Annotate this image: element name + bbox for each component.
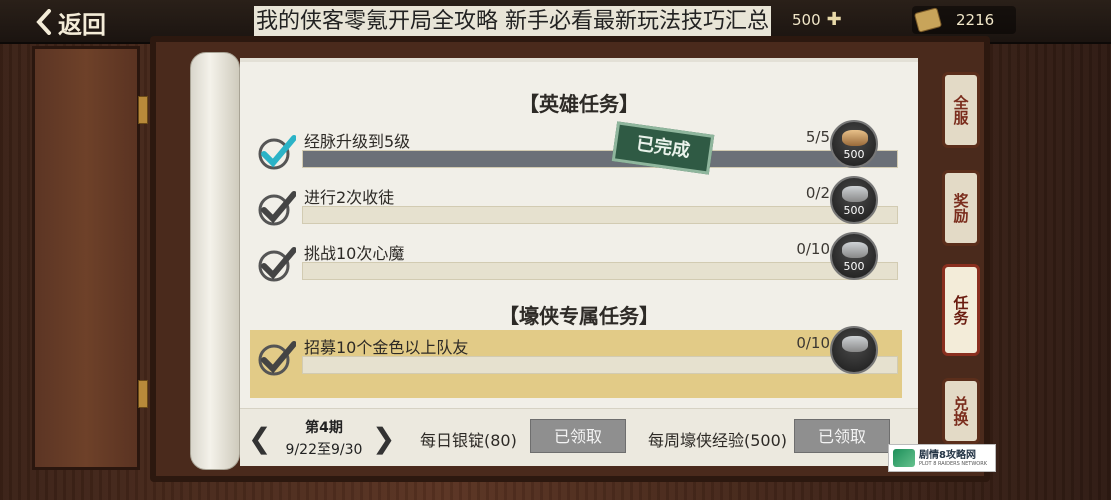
task-progress-bar <box>302 262 898 280</box>
task-progress-text: 0/10 <box>796 334 830 352</box>
task-progress-bar <box>302 356 898 374</box>
hero-section-title: 【英雄任务】 <box>519 92 639 116</box>
reward-icon[interactable]: 500 <box>830 120 878 168</box>
task-row: 招募10个金色以上队友 0/10 <box>250 326 902 398</box>
gem-icon <box>842 186 868 202</box>
tab-server[interactable]: 全服 <box>942 72 980 148</box>
prev-period-button[interactable]: ❮ <box>248 423 271 455</box>
watermark-name: 剧情8攻略网 <box>919 449 976 461</box>
gem-icon <box>842 336 868 352</box>
reward-footer: ❮ 第4期 9/22至9/30 ❯ 每日银锭(80) 已领取 每周壕侠经验(50… <box>240 408 918 466</box>
reward-amount: 500 <box>843 148 865 161</box>
checkmark-icon <box>258 191 296 226</box>
hinge-icon <box>138 380 148 408</box>
chevron-left-icon <box>36 9 51 35</box>
silver-value: 500 <box>792 11 821 29</box>
tab-rewards[interactable]: 奖励 <box>942 170 980 246</box>
reward-icon[interactable] <box>830 326 878 374</box>
task-label: 招募10个金色以上队友 <box>304 338 469 357</box>
task-progress-bar <box>302 150 898 168</box>
task-progress-text: 0/2 <box>805 184 830 202</box>
task-progress-fill <box>303 151 897 167</box>
scroll-rod <box>190 52 240 470</box>
tab-tasks[interactable]: 任务 <box>942 264 980 356</box>
task-label: 进行2次收徒 <box>304 188 395 207</box>
daily-claim-button[interactable]: 已领取 <box>530 419 626 453</box>
tab-exchange[interactable]: 兑换 <box>942 378 980 444</box>
task-scroll[interactable]: 【英雄任务】 经脉升级到5级 5/5 500 已完成 进行2次收徒 0/2 50… <box>240 58 918 466</box>
period-title: 第4期 <box>305 420 343 436</box>
plus-icon[interactable]: ✚ <box>827 11 843 29</box>
next-period-button[interactable]: ❯ <box>372 423 395 455</box>
site-logo-icon <box>893 449 915 467</box>
task-progress-text: 5/5 <box>805 128 830 146</box>
hinge-icon <box>138 96 148 124</box>
checkmark-icon <box>258 247 296 282</box>
reward-icon[interactable]: 500 <box>830 232 878 280</box>
checkmark-icon <box>258 135 296 170</box>
gold-currency: 2216 <box>912 6 1016 34</box>
reward-amount: 500 <box>843 204 865 217</box>
gold-ingot-icon <box>913 7 943 33</box>
daily-reward-label: 每日银锭(80) <box>420 431 517 450</box>
task-progress-bar <box>302 206 898 224</box>
cabinet-door <box>32 46 140 470</box>
silver-currency: 500 ✚ <box>790 6 843 34</box>
task-row: 挑战10次心魔 0/10 500 <box>250 232 902 288</box>
patron-section-title: 【壕侠专属任务】 <box>499 304 659 328</box>
weekly-claim-button[interactable]: 已领取 <box>794 419 890 453</box>
gold-value: 2216 <box>956 11 995 29</box>
watermark-sub: PLOT 8 RAIDERS NETWORK <box>919 460 987 467</box>
checkmark-icon <box>258 341 296 376</box>
task-row: 经脉升级到5级 5/5 500 <box>250 120 902 176</box>
task-row: 进行2次收徒 0/2 500 <box>250 176 902 232</box>
back-button[interactable]: 返回 <box>36 4 136 40</box>
reward-amount: 500 <box>843 260 865 273</box>
weekly-reward-label: 每周壕侠经验(500) <box>648 431 788 450</box>
period-range: 9/22至9/30 <box>285 442 363 458</box>
gem-icon <box>842 130 868 146</box>
gem-icon <box>842 242 868 258</box>
task-progress-text: 0/10 <box>796 240 830 258</box>
back-label: 返回 <box>58 10 106 39</box>
reward-icon[interactable]: 500 <box>830 176 878 224</box>
task-label: 挑战10次心魔 <box>304 244 405 263</box>
task-label: 经脉升级到5级 <box>304 132 411 151</box>
page-title: 我的侠客零氪开局全攻略 新手必看最新玩法技巧汇总 <box>254 6 771 38</box>
site-watermark: 剧情8攻略网 PLOT 8 RAIDERS NETWORK <box>888 444 996 472</box>
